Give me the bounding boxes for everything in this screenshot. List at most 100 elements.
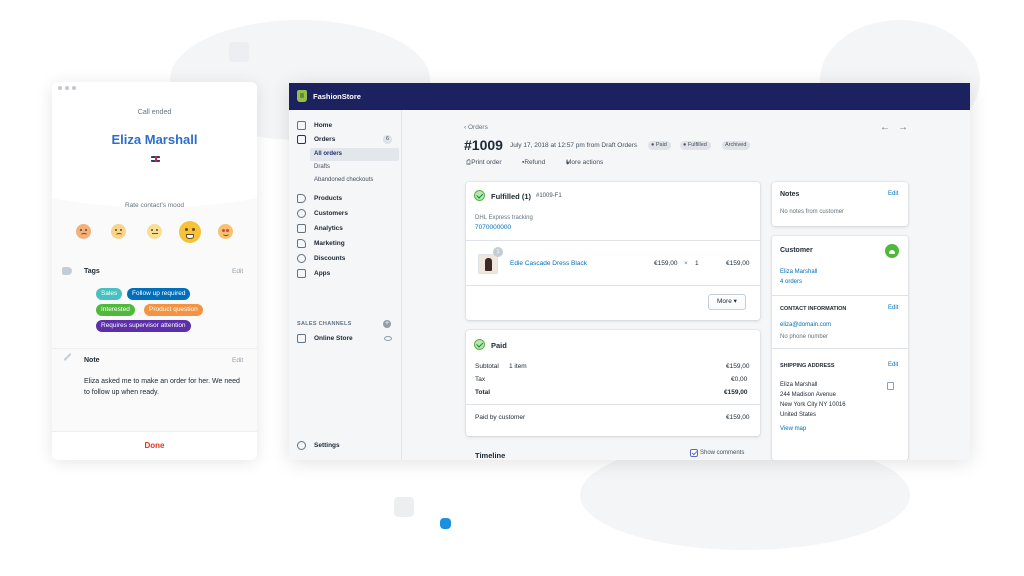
- tracking-label: DHL Express tracking: [475, 215, 533, 221]
- previous-arrow-icon[interactable]: ←: [880, 122, 890, 133]
- show-comments-checkbox[interactable]: [690, 449, 698, 457]
- tag-sales[interactable]: Sales: [96, 288, 123, 300]
- customer-avatar[interactable]: [885, 244, 899, 258]
- rate-mood-label: Rate contact's mood: [124, 202, 185, 209]
- total-value: €159,00: [724, 389, 748, 396]
- decor-square: [394, 497, 414, 517]
- tag-icon: [297, 194, 306, 203]
- nav-analytics[interactable]: Analytics: [289, 222, 402, 236]
- address-line-3: New York City NY 10016: [780, 402, 846, 408]
- more-actions-label: More actions: [566, 159, 604, 166]
- nav-marketing-label: Marketing: [314, 240, 345, 247]
- home-icon: [297, 121, 306, 130]
- customer-email-link[interactable]: eliza@domain.com: [780, 322, 831, 328]
- tracking-number-link[interactable]: 7070000000: [475, 224, 511, 231]
- card-divider: [772, 348, 908, 349]
- done-button[interactable]: Done: [52, 441, 257, 450]
- tag-follow-up[interactable]: Follow up required: [127, 288, 191, 300]
- notes-card: Notes Edit No notes from customer: [772, 182, 908, 226]
- status-badge-fulfilled-label: Fulfilled: [687, 142, 707, 148]
- customer-title: Customer: [780, 247, 813, 254]
- nav-discounts-label: Discounts: [314, 255, 346, 262]
- call-divider: [52, 348, 257, 349]
- nav-marketing[interactable]: Marketing: [289, 237, 402, 251]
- pager: ← →: [880, 122, 916, 133]
- breadcrumb-orders[interactable]: Orders: [468, 124, 488, 131]
- nav-products[interactable]: Products: [289, 192, 402, 206]
- paid-check-icon: [474, 339, 485, 350]
- decor-square: [229, 42, 249, 62]
- card-divider: [466, 404, 760, 405]
- fulfilled-title: Fulfilled (1): [491, 192, 531, 201]
- view-map-link[interactable]: View map: [780, 426, 806, 432]
- shipping-edit-link[interactable]: Edit: [888, 362, 898, 368]
- nav-orders[interactable]: Orders 6: [289, 133, 402, 147]
- product-link[interactable]: Edie Cascade Dress Black: [510, 260, 587, 267]
- nav-drafts[interactable]: Drafts: [310, 161, 399, 174]
- card-divider: [466, 240, 760, 241]
- nav-discounts[interactable]: Discounts: [289, 252, 402, 266]
- discounts-icon: [297, 254, 306, 263]
- total-label: Total: [475, 389, 491, 396]
- fulfilled-card: Fulfilled (1) #1009-F1 DHL Express track…: [466, 182, 760, 320]
- orders-count-badge: 6: [382, 135, 392, 144]
- notes-title: Notes: [780, 191, 800, 198]
- angry-face-icon[interactable]: [76, 224, 91, 239]
- next-arrow-icon[interactable]: →: [898, 122, 908, 133]
- status-badge-paid: ● Paid: [648, 141, 671, 150]
- note-edit-link[interactable]: Edit: [232, 357, 243, 364]
- address-line-1: Eliza Marshall: [780, 382, 818, 388]
- call-header-curve: [52, 157, 257, 207]
- analytics-icon: [297, 224, 306, 233]
- tag-supervisor-attention[interactable]: Requires supervisor attention: [96, 320, 191, 332]
- nav-home[interactable]: Home: [289, 119, 402, 133]
- heart-eyes-face-icon[interactable]: [218, 224, 233, 239]
- tag-interested[interactable]: Interested: [96, 304, 135, 316]
- nav-online-store-label: Online Store: [314, 335, 353, 342]
- nav-all-orders[interactable]: All orders: [310, 148, 399, 161]
- view-store-eye-icon[interactable]: [384, 336, 392, 341]
- add-channel-icon[interactable]: +: [383, 320, 391, 328]
- print-order-button[interactable]: ⎙ Print order: [466, 159, 502, 167]
- store-icon: [297, 334, 306, 343]
- tags-label: Tags: [84, 268, 100, 275]
- marketing-icon: [297, 239, 306, 248]
- copy-icon[interactable]: [887, 382, 894, 390]
- nav-analytics-label: Analytics: [314, 225, 343, 232]
- subtotal-label: Subtotal: [475, 363, 499, 370]
- contact-name[interactable]: Eliza Marshall: [52, 132, 257, 147]
- tag-product-question[interactable]: Product question: [144, 304, 203, 316]
- refund-label: Refund: [524, 159, 546, 166]
- call-status: Call ended: [137, 109, 172, 116]
- subtotal-items: 1 item: [509, 363, 527, 370]
- product-thumbnail[interactable]: [478, 254, 498, 274]
- customer-card: Customer Eliza Marshall 4 orders CONTACT…: [772, 236, 908, 460]
- grinning-face-icon[interactable]: [179, 221, 201, 243]
- nav-abandoned-checkouts[interactable]: Abandoned checkouts: [310, 174, 399, 187]
- order-detail: ‹ Orders ← → #1009 July 17, 2018 at 12:57…: [402, 110, 970, 460]
- sad-face-icon[interactable]: [111, 224, 126, 239]
- tax-value: €0,00: [731, 376, 748, 383]
- item-quantity-badge: 1: [493, 247, 503, 257]
- neutral-face-icon[interactable]: [147, 224, 162, 239]
- nav-customers[interactable]: Customers: [289, 207, 402, 221]
- customer-name-link[interactable]: Eliza Marshall: [780, 269, 817, 275]
- store-name[interactable]: FashionStore: [313, 92, 361, 101]
- status-badge-paid-label: Paid: [655, 142, 667, 148]
- nav-settings[interactable]: Settings: [289, 439, 402, 453]
- more-button[interactable]: More ▾: [708, 294, 746, 310]
- nav-settings-label: Settings: [314, 442, 340, 449]
- note-text: Eliza asked me to make an order for her.…: [84, 378, 240, 396]
- nav-apps[interactable]: Apps: [289, 267, 402, 281]
- nav-drafts-label: Drafts: [314, 164, 331, 170]
- item-quantity: 1: [695, 260, 699, 267]
- breadcrumb[interactable]: ‹ Orders: [464, 124, 488, 131]
- tag-icon: [62, 267, 72, 275]
- more-button-label: More: [717, 298, 732, 305]
- tags-edit-link[interactable]: Edit: [232, 268, 243, 275]
- contact-edit-link[interactable]: Edit: [888, 305, 898, 311]
- notes-edit-link[interactable]: Edit: [888, 191, 898, 197]
- customer-orders-link[interactable]: 4 orders: [780, 279, 802, 285]
- refund-button[interactable]: ▪ Refund: [522, 159, 545, 166]
- more-actions-button[interactable]: More actions ▾: [566, 159, 603, 167]
